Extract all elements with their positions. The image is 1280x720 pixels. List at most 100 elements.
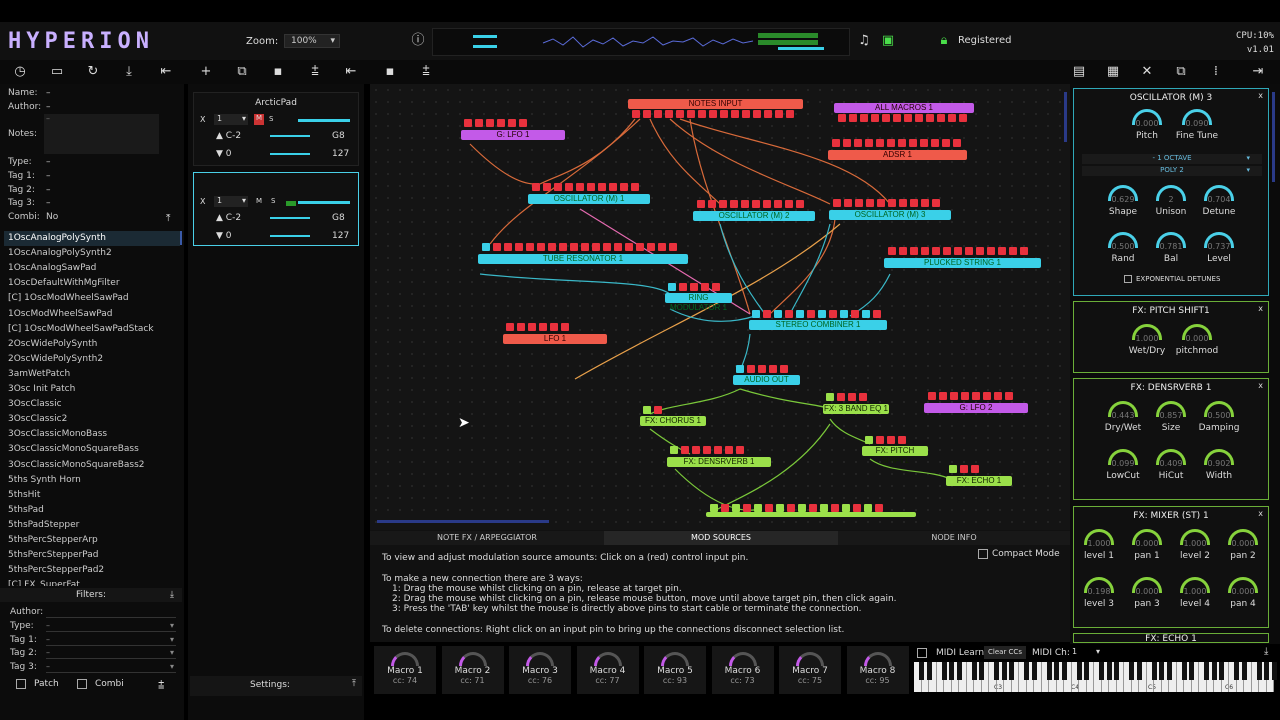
pin[interactable] — [721, 504, 729, 512]
black-key[interactable] — [1264, 662, 1269, 680]
black-key[interactable] — [994, 662, 999, 680]
pin[interactable] — [875, 504, 883, 512]
param-knob[interactable]: 0.000 Pitch — [1122, 109, 1172, 141]
tab-nodeinfo[interactable]: NODE INFO — [838, 531, 1070, 545]
pins-glfo2-in[interactable] — [928, 392, 1013, 400]
black-key[interactable] — [1189, 662, 1194, 680]
pin[interactable] — [876, 139, 884, 147]
preset-item[interactable]: 3OscClassicMonoSquareBass2 — [4, 458, 180, 473]
pin[interactable] — [1020, 247, 1028, 255]
black-key[interactable] — [919, 662, 924, 680]
pin[interactable] — [743, 504, 751, 512]
black-key[interactable] — [1061, 662, 1067, 680]
pin[interactable] — [843, 139, 851, 147]
param-knob[interactable]: 0.781 Bal — [1146, 232, 1196, 264]
param-knob[interactable]: 0.000 pan 2 — [1218, 529, 1268, 561]
pin[interactable] — [932, 199, 940, 207]
node-densrverb[interactable]: FX: DENSRVERB 1 — [667, 457, 771, 467]
pin[interactable] — [1005, 392, 1013, 400]
pin[interactable] — [785, 310, 793, 318]
param-knob[interactable]: 1.000 level 4 — [1170, 577, 1220, 609]
pin[interactable] — [625, 243, 633, 251]
black-key[interactable] — [1234, 662, 1239, 680]
pin[interactable] — [831, 504, 839, 512]
duplicate-icon[interactable]: ⧉ — [232, 63, 252, 81]
grid-icon[interactable]: ⁞ — [1206, 63, 1226, 81]
pin[interactable] — [765, 504, 773, 512]
node-osc3[interactable]: OSCILLATOR (M) 3 — [829, 210, 951, 220]
pin[interactable] — [592, 243, 600, 251]
graph-vertical-scrollbar[interactable] — [1064, 92, 1067, 142]
black-key[interactable] — [1054, 662, 1059, 680]
pins-audio-out-in[interactable] — [736, 365, 788, 373]
param-knob[interactable]: 0.000 pitchmod — [1172, 324, 1222, 356]
pins-all-macros[interactable] — [838, 114, 967, 122]
pins-notes-input[interactable] — [632, 110, 794, 118]
pin[interactable] — [679, 283, 687, 291]
macro-knob-8[interactable]: Macro 8 cc: 95 — [846, 646, 909, 694]
combi-checkbox[interactable] — [77, 679, 87, 689]
pin[interactable] — [548, 243, 556, 251]
pin[interactable] — [926, 114, 934, 122]
node-all-macros[interactable]: ALL MACROS 1 — [834, 103, 974, 113]
info-icon[interactable]: ⓘ — [408, 32, 428, 50]
stack-icon[interactable]: ⩲ — [158, 678, 164, 692]
param-knob[interactable]: 1.000 Wet/Dry — [1122, 324, 1172, 356]
black-key[interactable] — [1271, 662, 1277, 680]
pin[interactable] — [714, 446, 722, 454]
pin[interactable] — [910, 247, 918, 255]
filter-type-select[interactable]: – ▾ — [46, 621, 176, 632]
pin[interactable] — [887, 139, 895, 147]
pin[interactable] — [581, 243, 589, 251]
pin[interactable] — [565, 183, 573, 191]
pin[interactable] — [731, 110, 739, 118]
pin[interactable] — [532, 183, 540, 191]
paste-icon[interactable]: ▦ — [1103, 63, 1123, 81]
mute-button[interactable]: M — [254, 114, 264, 125]
pin[interactable] — [692, 446, 700, 454]
black-key[interactable] — [1046, 662, 1052, 680]
param-knob[interactable]: 2 Unison — [1146, 185, 1196, 217]
black-key[interactable] — [956, 662, 962, 680]
pin[interactable] — [965, 247, 973, 255]
pin[interactable] — [647, 243, 655, 251]
pin[interactable] — [842, 504, 850, 512]
pin[interactable] — [769, 365, 777, 373]
upload-icon[interactable]: ⤒ — [166, 213, 170, 224]
node-eq[interactable]: FX: 3 BAND EQ 1 — [823, 404, 889, 414]
pin[interactable] — [833, 199, 841, 207]
black-key[interactable] — [1241, 662, 1247, 680]
close-icon[interactable]: x — [1258, 381, 1263, 390]
pin[interactable] — [862, 310, 870, 318]
pin[interactable] — [949, 465, 957, 473]
layer-1[interactable]: ArcticPad X 1 ▾ M S ▲ C-2 G8 ▼ 0 127 — [193, 92, 359, 166]
preset-item[interactable]: 1OscAnalogPolySynth2 — [4, 246, 180, 261]
pin[interactable] — [632, 110, 640, 118]
node-mixer[interactable] — [706, 512, 916, 517]
pins-chorus-in[interactable] — [643, 406, 662, 414]
zoom-select[interactable]: 100% ▾ — [284, 34, 340, 48]
pin[interactable] — [921, 247, 929, 255]
pin[interactable] — [887, 436, 895, 444]
pin[interactable] — [854, 139, 862, 147]
pin[interactable] — [720, 110, 728, 118]
pin[interactable] — [709, 110, 717, 118]
poly-select[interactable]: POLY 2 ▾ — [1082, 166, 1262, 176]
param-knob[interactable]: 1.000 level 2 — [1170, 529, 1220, 561]
node-tube[interactable]: TUBE RESONATOR 1 — [478, 254, 688, 264]
param-knob[interactable]: 0.000 pan 3 — [1122, 577, 1172, 609]
pin[interactable] — [554, 183, 562, 191]
pin[interactable] — [838, 114, 846, 122]
pin[interactable] — [493, 243, 501, 251]
stack-icon[interactable]: ⩲ — [416, 63, 436, 81]
collapse-left-icon[interactable]: ⇤ — [156, 63, 176, 81]
pins-lfo1-in[interactable] — [506, 323, 569, 331]
pins-ringmod-in[interactable] — [668, 283, 720, 291]
pin[interactable] — [670, 446, 678, 454]
volume-slider[interactable] — [298, 201, 350, 204]
toggle-icon[interactable]: ▣ — [878, 32, 898, 50]
pin[interactable] — [708, 200, 716, 208]
pin[interactable] — [942, 139, 950, 147]
solo-button[interactable]: S — [271, 197, 275, 205]
pin[interactable] — [785, 200, 793, 208]
